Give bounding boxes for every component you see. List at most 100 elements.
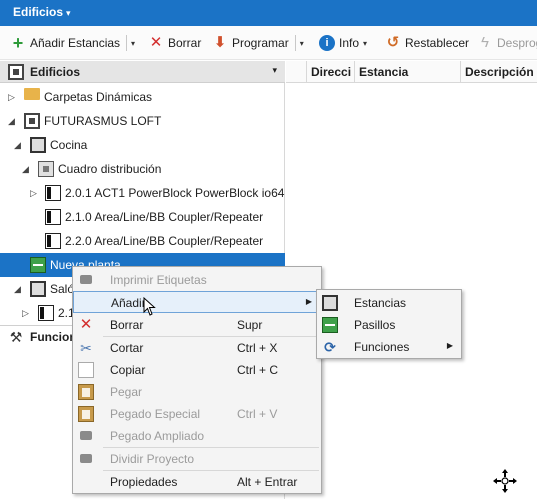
chevron-down-icon[interactable]: ▾ <box>300 39 304 48</box>
tree-item-device[interactable]: 2.2.0 Area/Line/BB Coupler/Repeater <box>0 229 285 253</box>
title-label: Edificios <box>13 5 64 19</box>
expand-icon[interactable]: ▷ <box>22 308 29 319</box>
delete-label: Borrar <box>168 36 202 50</box>
paste-icon <box>78 384 94 400</box>
info-button[interactable]: i Info ▾ <box>319 34 367 52</box>
tree-item-device[interactable]: 2.1.0 Area/Line/BB Coupler/Repeater <box>0 205 285 229</box>
delete-icon: ✕ <box>79 316 93 333</box>
lock-icon <box>80 275 92 284</box>
submenu-item-rooms[interactable]: Estancias <box>317 292 461 314</box>
toolbar: + Añadir Estancias ▾ ✕ Borrar ⬇ Programa… <box>0 26 537 60</box>
divider <box>126 35 128 51</box>
tree-item-kitchen[interactable]: ◢ Cocina <box>0 133 285 157</box>
menu-item-label: Cortar <box>110 341 144 355</box>
submenu-arrow-icon: ▶ <box>305 297 312 306</box>
room-icon <box>322 295 338 311</box>
tree-item-label: 2.1.0 Area/Line/BB Coupler/Repeater <box>65 210 264 224</box>
lock-icon <box>80 431 92 440</box>
tree-item-label: Carpetas Dinámicas <box>44 90 153 104</box>
room-icon <box>30 137 46 153</box>
add-submenu: Estancias Pasillos ⟳ Funciones ▶ <box>316 289 462 359</box>
menu-item-shortcut: Alt + Entrar <box>237 475 298 489</box>
collapse-icon[interactable]: ◢ <box>14 284 21 295</box>
functions-icon: ⟳ <box>324 339 336 355</box>
plus-icon: + <box>12 33 24 53</box>
menu-item-label: Pegar <box>110 385 143 399</box>
tree-item-building[interactable]: ◢ FUTURASMUS LOFT <box>0 109 285 133</box>
chevron-down-icon[interactable]: ▾ <box>363 39 367 48</box>
program-button[interactable]: ⬇ Programar ▾ <box>212 34 304 52</box>
submenu-item-functions[interactable]: ⟳ Funciones ▶ <box>317 336 461 358</box>
floor-icon <box>30 257 46 273</box>
program-label: Programar <box>232 36 289 50</box>
submenu-arrow-icon: ▶ <box>446 341 453 350</box>
info-label: Info <box>339 36 360 50</box>
panel-menu-icon[interactable]: ▾ <box>272 65 277 76</box>
menu-item-label: Dividir Proyecto <box>110 452 195 466</box>
grid-header: Direcci Estancia Descripción <box>286 61 537 83</box>
room-icon <box>30 281 46 297</box>
collapse-icon[interactable]: ◢ <box>22 164 29 175</box>
menu-item-label: Borrar <box>110 318 144 332</box>
submenu-item-corridors[interactable]: Pasillos <box>317 314 461 336</box>
deprogram-button[interactable]: ϟ Desprog <box>477 34 537 52</box>
lock-icon <box>80 454 92 463</box>
title-bar[interactable]: Edificios ▾ <box>0 0 537 26</box>
tree-item-distribution-board[interactable]: ◢ Cuadro distribución <box>0 157 285 181</box>
column-header-room[interactable]: Estancia <box>354 61 464 83</box>
tree-item-label: Cocina <box>50 138 88 152</box>
reset-icon: ↺ <box>386 34 400 51</box>
menu-item-delete[interactable]: ✕ Borrar Supr <box>73 314 321 336</box>
corridor-icon <box>322 317 338 333</box>
title-dropdown[interactable]: Edificios ▾ <box>13 5 71 19</box>
menu-item-paste-extended[interactable]: Pegado Ampliado <box>73 425 321 447</box>
collapse-icon[interactable]: ◢ <box>8 116 15 127</box>
menu-item-properties[interactable]: Propiedades Alt + Entrar <box>73 471 321 493</box>
submenu-item-label: Funciones <box>354 340 410 354</box>
tree-item-label: 2.2.0 Area/Line/BB Coupler/Repeater <box>65 234 264 248</box>
chevron-down-icon[interactable]: ▾ <box>131 39 135 48</box>
bolt-icon: ϟ <box>481 34 489 51</box>
menu-item-label: Copiar <box>110 363 146 377</box>
paste-special-icon <box>78 406 94 422</box>
context-menu: Imprimir Etiquetas Añadir ▶ ✕ Borrar Sup… <box>72 266 322 494</box>
functions-title: Funcion <box>30 330 77 344</box>
menu-item-shortcut: Supr <box>237 318 263 332</box>
collapse-icon[interactable]: ◢ <box>14 140 21 151</box>
tree-item-device[interactable]: ▷ 2.0.1 ACT1 PowerBlock PowerBlock io64 <box>0 181 285 205</box>
menu-item-label: Pegado Ampliado <box>110 429 205 443</box>
tree-item-label: FUTURASMUS LOFT <box>44 114 162 128</box>
panel-title: Edificios <box>30 65 81 79</box>
move-cursor-icon <box>493 469 517 493</box>
expand-icon[interactable]: ▷ <box>30 188 37 199</box>
menu-item-print-labels[interactable]: Imprimir Etiquetas <box>73 269 321 291</box>
menu-item-paste[interactable]: Pegar <box>73 381 321 403</box>
add-rooms-label: Añadir Estancias <box>30 36 121 50</box>
menu-item-paste-special[interactable]: Pegado Especial Ctrl + V <box>73 403 321 425</box>
cabinet-icon <box>38 161 54 177</box>
device-icon <box>38 305 54 321</box>
reset-label: Restablecer <box>405 36 470 50</box>
column-header-address[interactable]: Direcci <box>306 61 354 83</box>
add-rooms-button[interactable]: + Añadir Estancias ▾ <box>10 34 135 52</box>
chevron-down-icon: ▾ <box>66 8 71 18</box>
building-icon <box>8 64 24 80</box>
info-icon: i <box>319 35 335 51</box>
menu-item-copy[interactable]: Copiar Ctrl + C <box>73 359 321 381</box>
delete-button[interactable]: ✕ Borrar <box>148 34 202 52</box>
column-header-description[interactable]: Descripción <box>460 61 537 83</box>
mouse-pointer-icon <box>143 297 156 316</box>
submenu-item-label: Estancias <box>354 296 407 310</box>
reset-button[interactable]: ↺ Restablecer <box>385 34 469 52</box>
deprogram-label: Desprog <box>497 36 537 50</box>
menu-item-split-project[interactable]: Dividir Proyecto <box>73 448 321 470</box>
tree-item-dynamic-folders[interactable]: ▷ Carpetas Dinámicas <box>0 85 285 109</box>
menu-item-add[interactable]: Añadir ▶ <box>73 291 321 313</box>
menu-item-label: Añadir <box>111 296 146 310</box>
expand-icon[interactable]: ▷ <box>8 92 15 103</box>
submenu-item-label: Pasillos <box>354 318 396 332</box>
menu-item-cut[interactable]: ✂ Cortar Ctrl + X <box>73 337 321 359</box>
tree-item-label: Saló <box>50 282 75 296</box>
device-icon <box>45 209 61 225</box>
tools-icon: ⚒ <box>9 329 23 345</box>
